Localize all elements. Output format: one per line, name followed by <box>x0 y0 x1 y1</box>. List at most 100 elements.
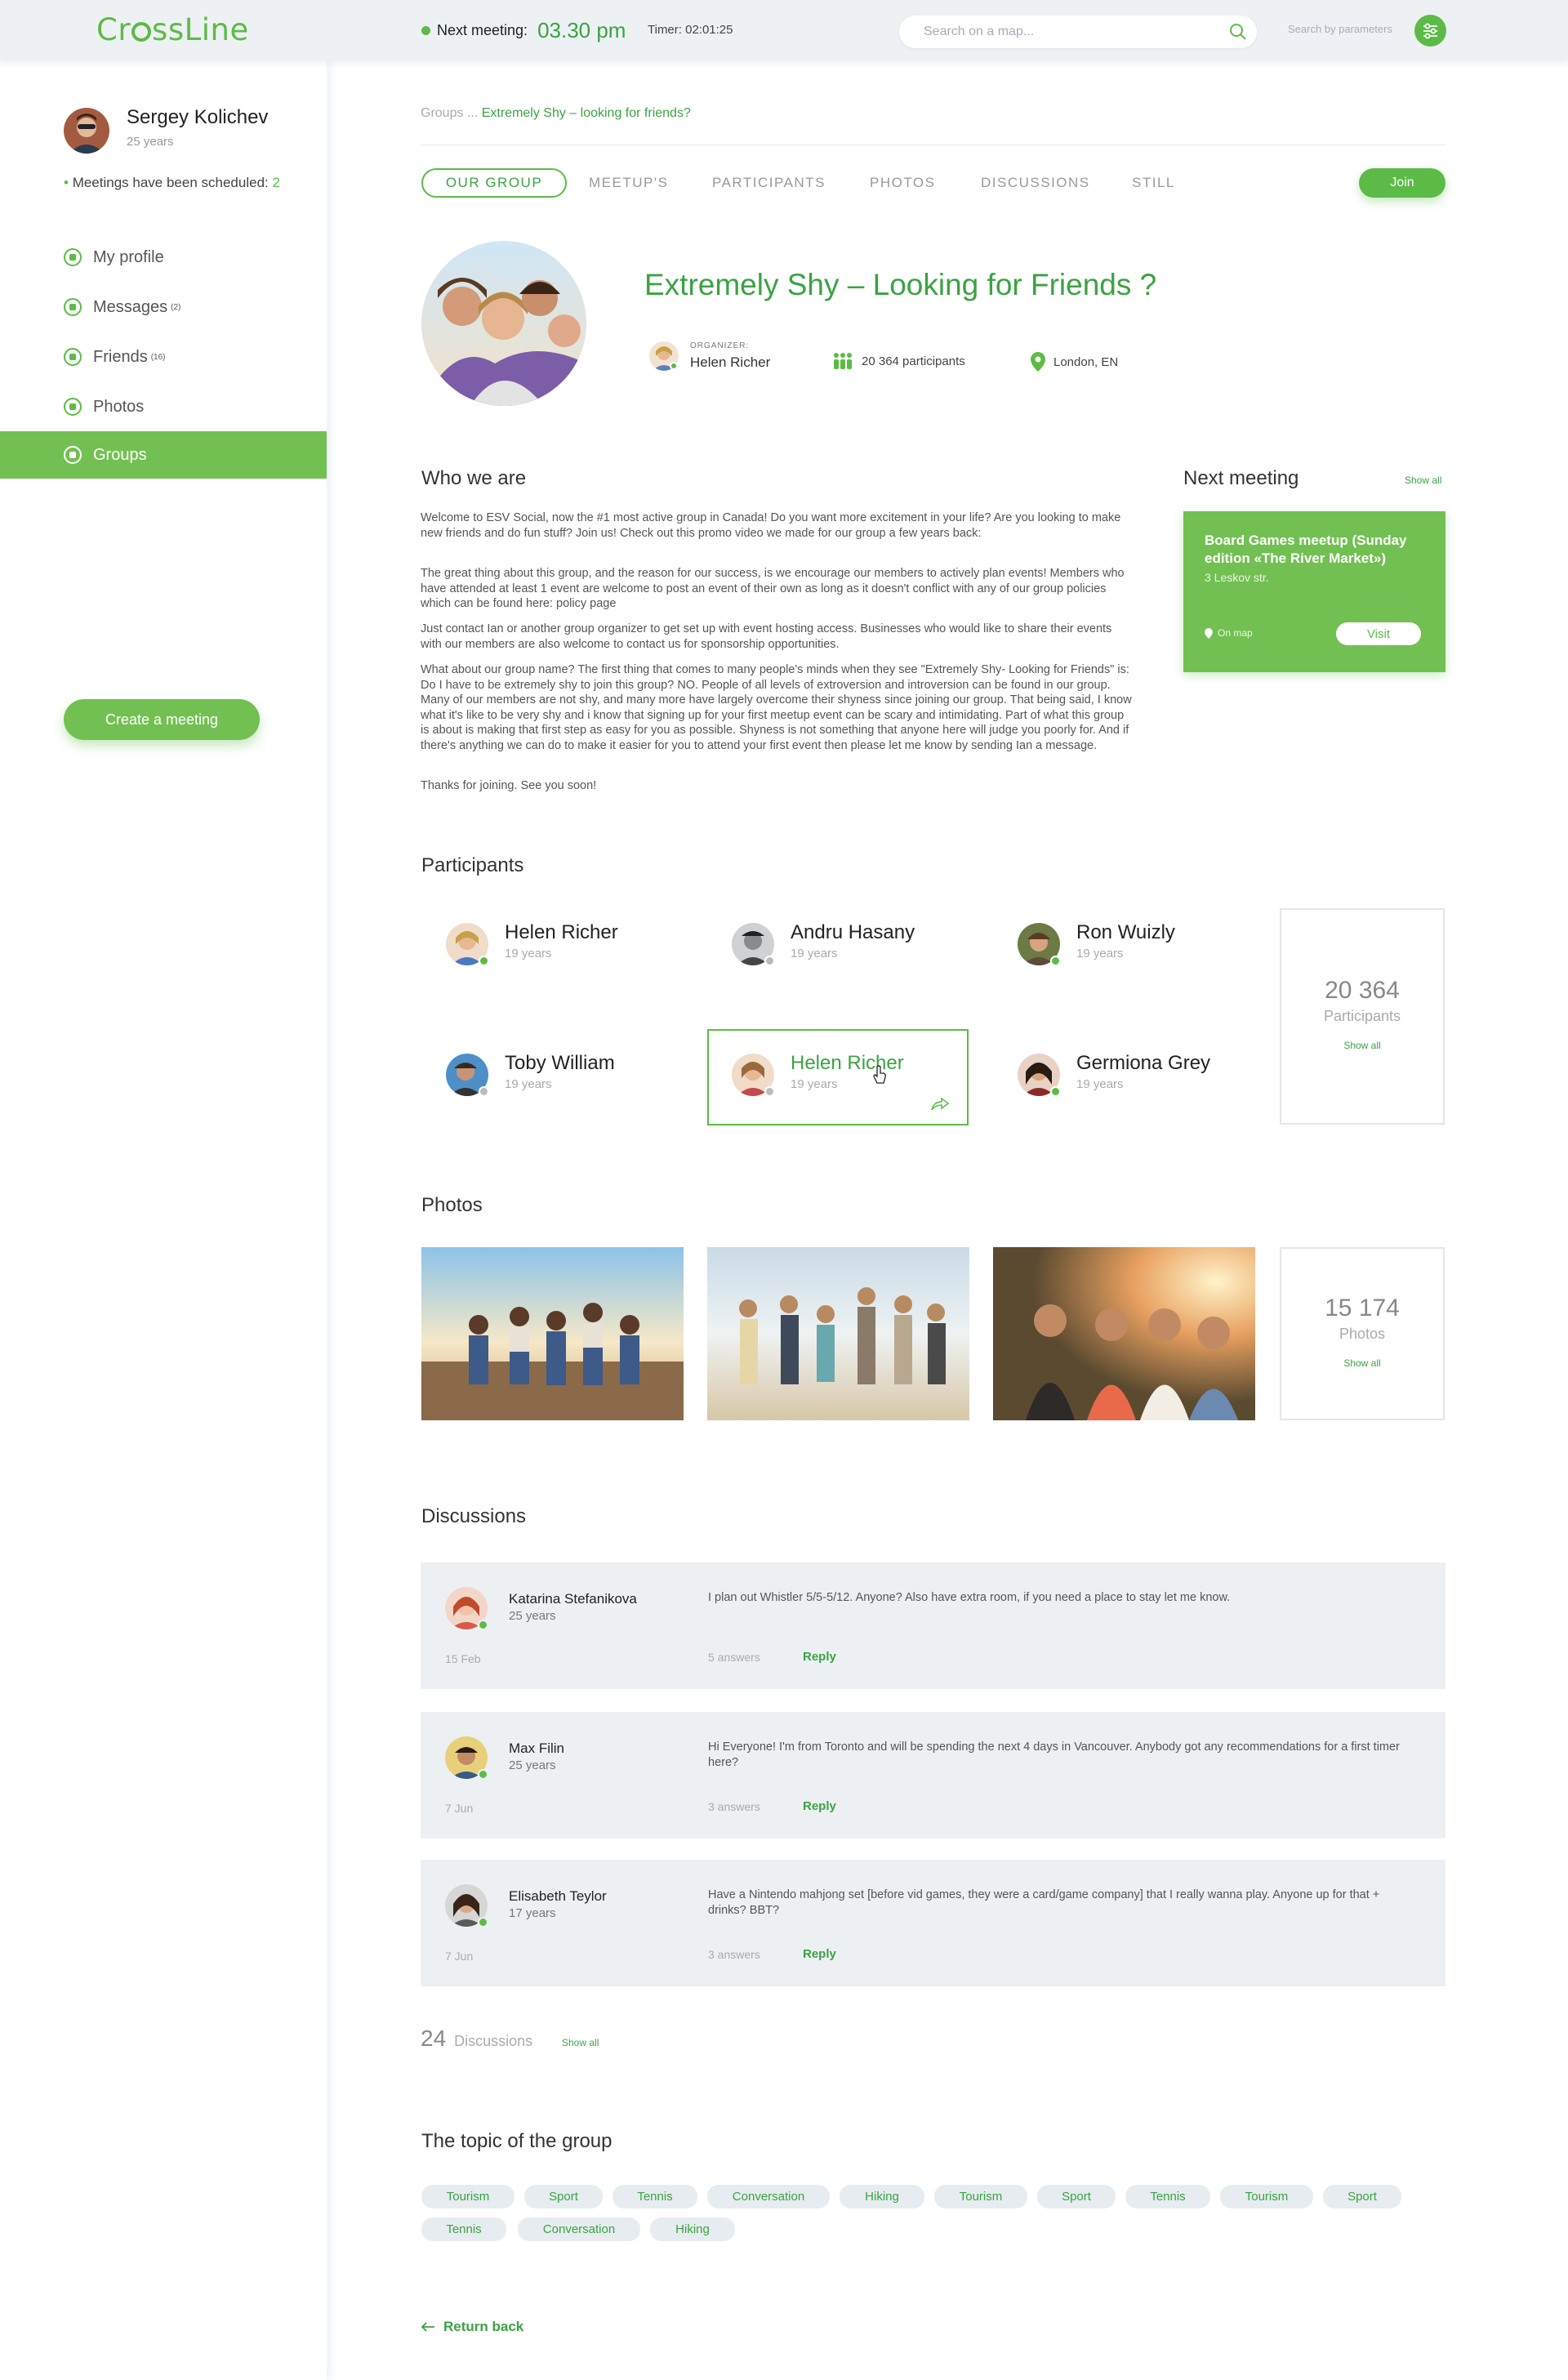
meetings-count[interactable]: 2 <box>272 175 279 190</box>
photo-icon <box>64 398 82 416</box>
topic-tag[interactable]: Sport <box>524 2185 603 2208</box>
sidebar-item-label: Groups <box>93 445 147 464</box>
offline-status-icon <box>764 1086 775 1097</box>
about-paragraph: The great thing about this group, and th… <box>421 567 1125 610</box>
breadcrumb-separator: ... <box>466 106 479 120</box>
discussions-heading: Discussions <box>421 1505 527 1527</box>
discussion-author[interactable]: Katarina Stefanikova <box>509 1591 637 1607</box>
participant-name: Andru Hasany <box>791 921 915 943</box>
user-icon <box>64 248 82 266</box>
organizer-name[interactable]: Helen Richer <box>690 354 770 371</box>
reply-button[interactable]: Reply <box>803 1650 836 1664</box>
discussion-answers[interactable]: 3 answers <box>708 1948 760 1961</box>
topic-tag[interactable]: Hiking <box>840 2185 924 2208</box>
discussion-answers[interactable]: 3 answers <box>708 1800 760 1813</box>
topic-tag[interactable]: Tourism <box>1220 2185 1313 2208</box>
sidebar-item-my-profile[interactable]: My profile <box>0 234 327 281</box>
user-avatar[interactable] <box>64 108 109 154</box>
create-meeting-button[interactable]: Create a meeting <box>64 699 260 740</box>
discussion-author[interactable]: Max Filin <box>509 1740 564 1757</box>
tab-discussions[interactable]: DISCUSSIONS <box>981 168 1090 198</box>
offline-status-icon <box>479 1086 489 1097</box>
tab-our-group[interactable]: OUR GROUP <box>421 168 567 198</box>
photos-total-label: Photos <box>1339 1326 1386 1342</box>
about-paragraph: Just contact Ian or another group organi… <box>421 622 1112 651</box>
arrow-left-icon <box>421 2322 434 2332</box>
participant-card-selected[interactable]: Helen Richer 19 years <box>707 1029 969 1125</box>
discussion-item[interactable]: Katarina Stefanikova 25 years 15 Feb I p… <box>421 1562 1446 1689</box>
sidebar-item-photos[interactable]: Photos <box>0 383 327 430</box>
hand-cursor-icon <box>873 1065 886 1084</box>
search-icon[interactable] <box>1229 23 1247 41</box>
search-by-parameters-link[interactable]: Search by parameters <box>1288 23 1392 35</box>
return-back-link[interactable]: Return back <box>421 2319 523 2335</box>
topic-tag[interactable]: Sport <box>1037 2185 1116 2208</box>
breadcrumb-parent[interactable]: Groups <box>421 106 463 120</box>
topic-tag[interactable]: Tennis <box>421 2217 506 2241</box>
participant-card[interactable]: Ron Wuizly 19 years <box>993 898 1254 995</box>
participant-card[interactable]: Andru Hasany 19 years <box>707 898 969 995</box>
topic-tag[interactable]: Conversation <box>518 2217 640 2241</box>
sidebar-item-label: Friends <box>93 347 148 366</box>
meetings-label: Meetings have been scheduled: <box>72 175 269 190</box>
participant-card[interactable]: Germiona Grey 19 years <box>993 1029 1254 1125</box>
topic-tag[interactable]: Tourism <box>421 2185 514 2208</box>
topic-tag[interactable]: Tourism <box>934 2185 1027 2208</box>
participants-show-all-link[interactable]: Show all <box>1281 1040 1443 1051</box>
next-meeting-show-all-link[interactable]: Show all <box>1405 475 1441 486</box>
photo-thumbnail[interactable] <box>421 1247 684 1420</box>
timer: Timer: 02:01:25 <box>648 23 733 37</box>
topic-tag[interactable]: Conversation <box>707 2185 830 2208</box>
participants-count: 20 364 participants <box>832 352 965 370</box>
crossline-logo[interactable]: Cr ssLine <box>96 12 249 47</box>
participant-card[interactable]: Toby William 19 years <box>421 1029 683 1125</box>
discussion-answers[interactable]: 5 answers <box>708 1651 760 1664</box>
participant-age: 19 years <box>791 1077 838 1091</box>
photo-thumbnail[interactable] <box>707 1247 969 1420</box>
people-icon <box>834 353 852 369</box>
participant-name: Germiona Grey <box>1076 1052 1211 1074</box>
participants-total-box[interactable]: 20 364 Participants Show all <box>1280 908 1445 1125</box>
topic-tag[interactable]: Hiking <box>650 2217 735 2241</box>
discussions-count-number: 24 <box>421 2026 447 2051</box>
filter-settings-button[interactable] <box>1414 15 1446 47</box>
search-input[interactable]: Search on a map... <box>899 16 1257 48</box>
tab-photos[interactable]: PHOTOS <box>870 168 935 198</box>
participants-total: 20 364 <box>1325 977 1400 1004</box>
discussions-show-all-link[interactable]: Show all <box>562 2037 599 2048</box>
topic-tag[interactable]: Sport <box>1323 2185 1401 2208</box>
participant-card[interactable]: Helen Richer 19 years <box>421 898 683 995</box>
tab-meetups[interactable]: MEETUP'S <box>589 168 668 198</box>
discussion-author[interactable]: Elisabeth Teylor <box>509 1888 607 1905</box>
topic-tag[interactable]: Tennis <box>612 2185 697 2208</box>
tab-still[interactable]: STILL <box>1132 168 1175 198</box>
user-name[interactable]: Sergey Kolichev <box>127 106 268 129</box>
online-status-icon <box>1050 956 1061 966</box>
location-pin-icon <box>1031 352 1045 372</box>
photos-total-box[interactable]: 15 174 Photos Show all <box>1280 1247 1445 1420</box>
photo-thumbnail[interactable] <box>993 1247 1255 1420</box>
visit-button[interactable]: Visit <box>1336 622 1421 645</box>
join-button[interactable]: Join <box>1359 168 1446 198</box>
topic-tag[interactable]: Tennis <box>1125 2185 1210 2208</box>
next-meeting-heading: Next meeting <box>1183 467 1299 489</box>
next-meeting-time: 03.30 pm <box>537 18 626 42</box>
discussion-item[interactable]: Elisabeth Teylor 17 years 7 Jun Have a N… <box>421 1860 1446 1986</box>
discussion-item[interactable]: Max Filin 25 years 7 Jun Hi Everyone! I'… <box>421 1712 1446 1838</box>
discussions-count-label: Discussions <box>454 2033 533 2049</box>
tab-participants[interactable]: PARTICIPANTS <box>712 168 826 198</box>
participants-total-label: Participants <box>1323 1008 1401 1024</box>
sidebar-item-friends[interactable]: Friends (16) <box>0 333 327 381</box>
sidebar-item-groups[interactable]: Groups <box>0 431 327 479</box>
search-placeholder: Search on a map... <box>924 25 1035 38</box>
share-icon[interactable] <box>931 1098 949 1111</box>
reply-button[interactable]: Reply <box>803 1947 836 1961</box>
about-paragraph: What about our group name? The first thi… <box>421 663 1132 752</box>
online-status-icon <box>478 1769 488 1780</box>
sidebar-item-messages[interactable]: Messages (2) <box>0 283 327 331</box>
photos-show-all-link[interactable]: Show all <box>1281 1357 1443 1369</box>
next-meeting-card[interactable]: Board Games meetup (Sunday edition «The … <box>1183 511 1446 672</box>
reply-button[interactable]: Reply <box>803 1799 836 1813</box>
on-map-link[interactable]: On map <box>1205 627 1253 639</box>
group-location: London, EN <box>1031 352 1118 372</box>
